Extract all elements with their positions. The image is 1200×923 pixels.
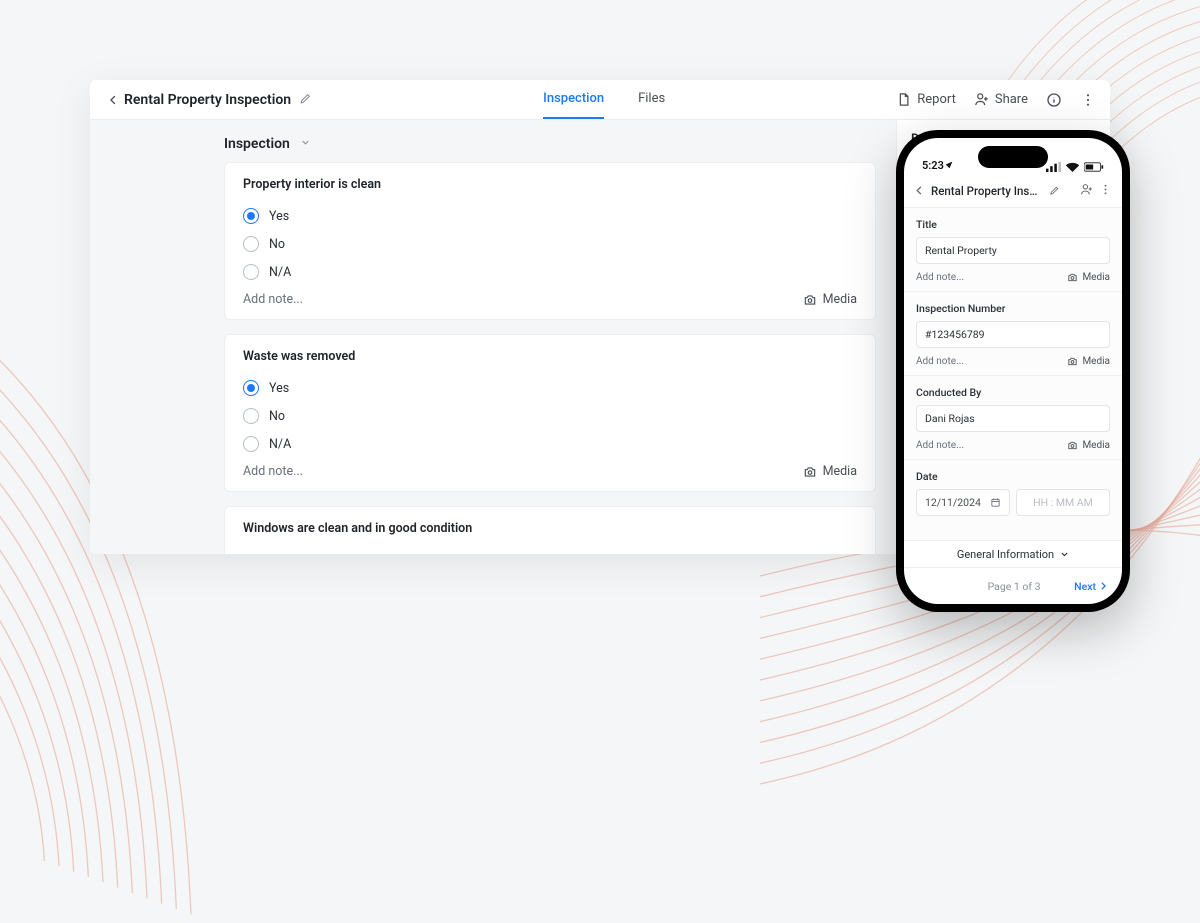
app-header: Rental Property Inspection Inspection Fi… — [90, 80, 1110, 120]
media-button[interactable]: Media — [803, 464, 857, 479]
radio-icon — [243, 236, 259, 252]
phone-date-input[interactable]: 12/11/2024 — [916, 489, 1010, 516]
phone-section-bar[interactable]: General Information — [904, 540, 1122, 568]
page-title: Rental Property Inspection — [124, 92, 291, 108]
add-user-icon — [1080, 183, 1093, 196]
camera-icon — [803, 465, 817, 479]
chevron-right-icon — [1098, 581, 1108, 591]
radio-option[interactable]: N/A — [243, 258, 857, 286]
edit-title-button[interactable] — [299, 90, 312, 109]
phone-section-label: General Information — [957, 548, 1054, 561]
option-label: Yes — [269, 209, 289, 224]
add-note-button[interactable]: Add note... — [243, 464, 303, 479]
phone-time-input[interactable]: HH : MM AM — [1016, 489, 1110, 516]
phone-mockup: 5:23 Rental Property Inspection — [896, 130, 1130, 612]
add-note-button[interactable]: Add note... — [243, 292, 303, 307]
radio-icon — [243, 436, 259, 452]
phone-field-label: Conducted By — [916, 386, 1110, 399]
chevron-down-icon — [300, 136, 311, 152]
option-label: No — [269, 409, 285, 424]
phone-back-button[interactable] — [914, 181, 925, 200]
back-button[interactable] — [104, 94, 122, 106]
question-title: Windows are clean and in good condition — [243, 521, 857, 536]
radio-icon — [243, 380, 259, 396]
phone-more-button[interactable] — [1099, 181, 1112, 200]
phone-text-input[interactable]: Dani Rojas — [916, 405, 1110, 432]
phone-field-section: Conducted By Dani Rojas Add note... Medi… — [904, 376, 1122, 460]
signal-icon — [1046, 162, 1061, 172]
pencil-icon — [1049, 185, 1060, 196]
phone-date-section: Date 12/11/2024 HH : MM AM — [904, 460, 1122, 524]
phone-share-button[interactable] — [1080, 181, 1093, 200]
question-card: Windows are clean and in good condition — [224, 506, 876, 554]
radio-icon — [243, 208, 259, 224]
phone-text-input[interactable]: Rental Property — [916, 237, 1110, 264]
phone-add-note[interactable]: Add note... — [916, 272, 964, 283]
phone-edit-button[interactable] — [1049, 181, 1060, 200]
add-user-icon — [974, 92, 989, 107]
phone-media-button[interactable]: Media — [1067, 356, 1110, 367]
status-time: 5:23 — [922, 159, 954, 172]
more-vertical-icon — [1099, 183, 1112, 196]
document-icon — [896, 92, 911, 107]
question-title: Waste was removed — [243, 349, 857, 364]
question-title: Property interior is clean — [243, 177, 857, 192]
calendar-icon — [990, 497, 1001, 508]
option-label: N/A — [269, 437, 291, 452]
chevron-down-icon — [1060, 550, 1069, 559]
phone-header: Rental Property Inspection — [904, 174, 1122, 208]
phone-footer: Page 1 of 3 Next — [904, 568, 1122, 604]
tab-inspection[interactable]: Inspection — [543, 80, 604, 119]
phone-field-section: Title Rental Property Add note... Media — [904, 208, 1122, 292]
section-title: Inspection — [224, 136, 290, 152]
phone-page-indicator: Page 1 of 3 — [954, 580, 1074, 593]
camera-icon — [803, 293, 817, 307]
radio-option[interactable]: N/A — [243, 430, 857, 458]
tabs: Inspection Files — [312, 80, 896, 119]
radio-option[interactable]: No — [243, 230, 857, 258]
chevron-left-icon — [914, 185, 925, 196]
question-card: Property interior is clean Yes No N/A Ad… — [224, 162, 876, 320]
camera-icon — [1067, 356, 1078, 367]
share-button[interactable]: Share — [974, 92, 1028, 107]
option-label: N/A — [269, 265, 291, 280]
camera-icon — [1067, 440, 1078, 451]
info-icon — [1046, 92, 1062, 108]
phone-field-label: Inspection Number — [916, 302, 1110, 315]
phone-text-input[interactable]: #123456789 — [916, 321, 1110, 348]
option-label: Yes — [269, 381, 289, 396]
report-button[interactable]: Report — [896, 92, 956, 107]
radio-option[interactable]: No — [243, 402, 857, 430]
battery-icon — [1084, 162, 1104, 172]
radio-icon — [243, 408, 259, 424]
phone-field-label: Date — [916, 470, 1110, 483]
phone-field-label: Title — [916, 218, 1110, 231]
report-label: Report — [917, 92, 956, 107]
phone-media-button[interactable]: Media — [1067, 440, 1110, 451]
section-header[interactable]: Inspection — [90, 130, 896, 162]
more-button[interactable] — [1080, 92, 1096, 108]
tab-files[interactable]: Files — [638, 80, 665, 119]
dynamic-island — [978, 146, 1048, 168]
phone-next-button[interactable]: Next — [1074, 580, 1108, 593]
radio-option[interactable]: Yes — [243, 374, 857, 402]
wifi-icon — [1065, 162, 1080, 172]
phone-add-note[interactable]: Add note... — [916, 356, 964, 367]
media-button[interactable]: Media — [803, 292, 857, 307]
pencil-icon — [299, 92, 312, 105]
camera-icon — [1067, 272, 1078, 283]
option-label: No — [269, 237, 285, 252]
phone-title: Rental Property Inspection — [931, 184, 1043, 198]
radio-icon — [243, 264, 259, 280]
chevron-left-icon — [107, 94, 119, 106]
more-vertical-icon — [1080, 92, 1096, 108]
share-label: Share — [995, 92, 1028, 107]
info-button[interactable] — [1046, 92, 1062, 108]
phone-add-note[interactable]: Add note... — [916, 440, 964, 451]
radio-option[interactable]: Yes — [243, 202, 857, 230]
main-content: Inspection Property interior is clean Ye… — [90, 120, 896, 554]
question-card: Waste was removed Yes No N/A Add note...… — [224, 334, 876, 492]
phone-field-section: Inspection Number #123456789 Add note...… — [904, 292, 1122, 376]
phone-media-button[interactable]: Media — [1067, 272, 1110, 283]
